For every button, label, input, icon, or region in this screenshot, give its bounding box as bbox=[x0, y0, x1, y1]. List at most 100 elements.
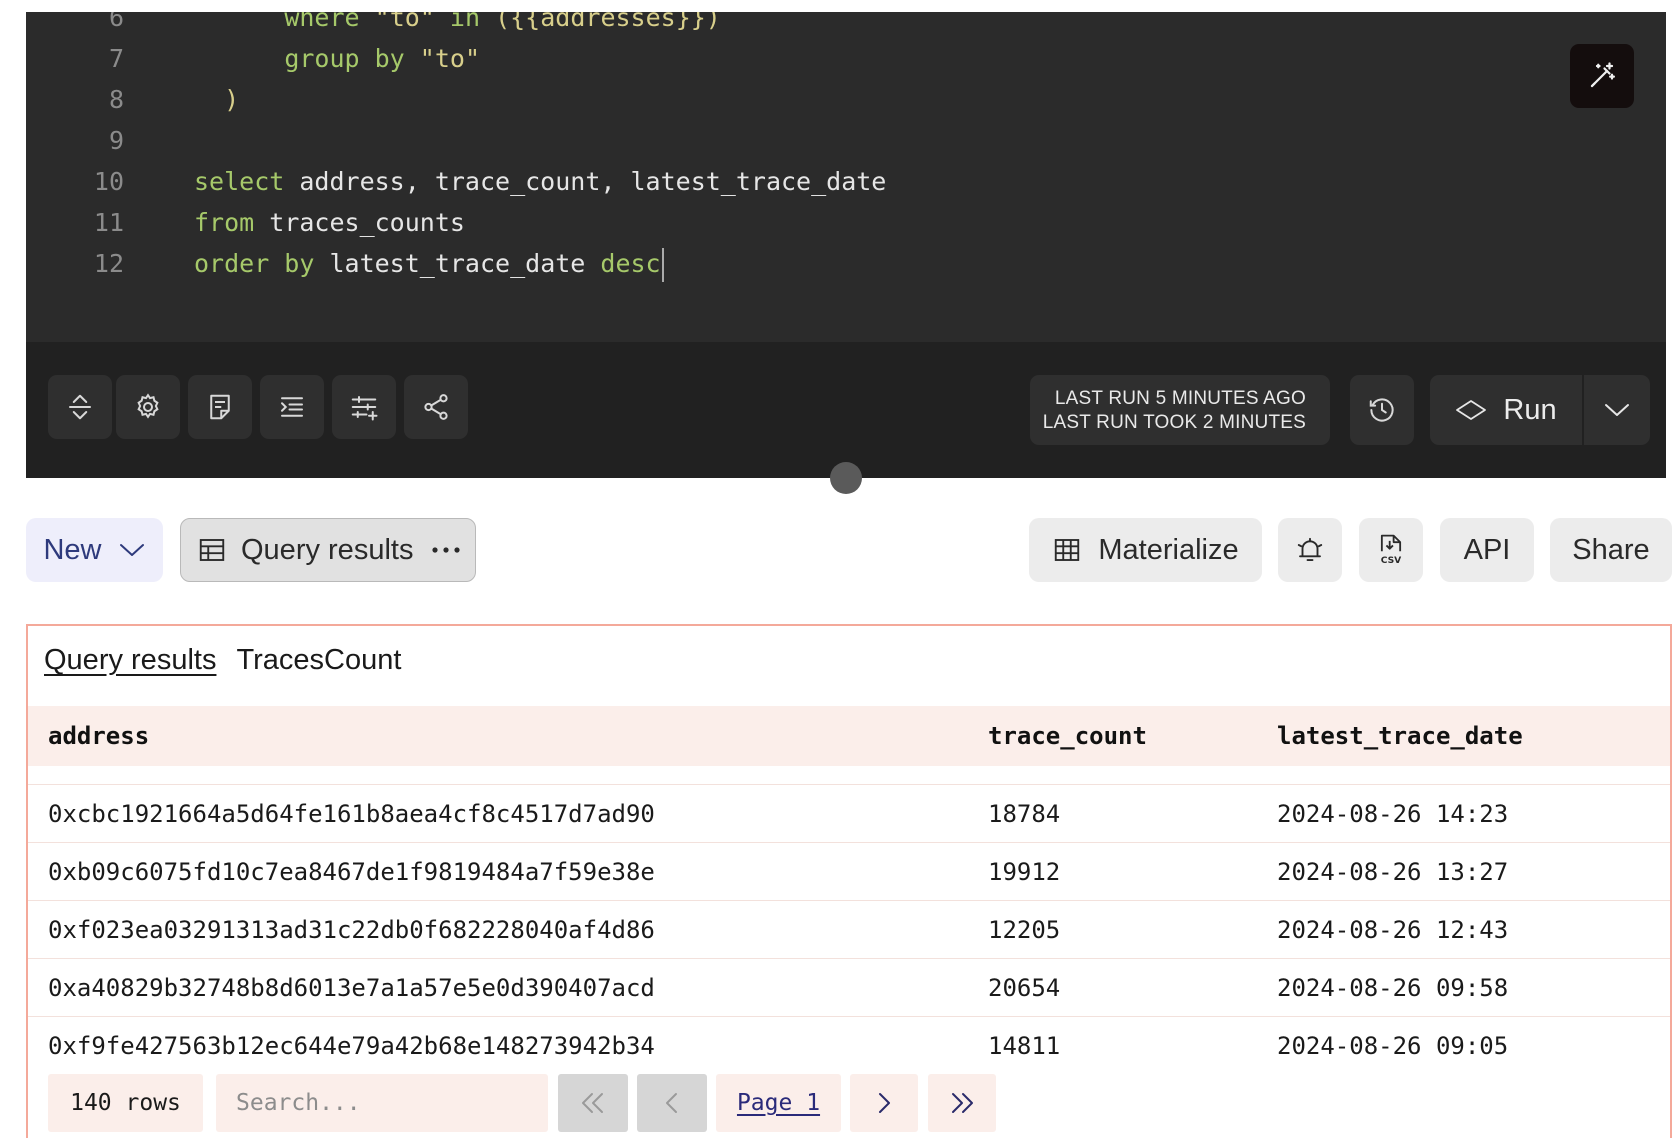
sql-token: latest_trace_date bbox=[314, 249, 601, 278]
query-results-tab-label: Query results bbox=[241, 533, 414, 566]
line-number: 11 bbox=[93, 208, 124, 237]
new-label: New bbox=[43, 533, 102, 566]
tab-query-results[interactable]: Query results bbox=[44, 644, 216, 677]
magic-wand-icon bbox=[1590, 62, 1615, 88]
run-options-dropdown[interactable] bbox=[1584, 375, 1650, 445]
share-query-button[interactable] bbox=[404, 375, 468, 439]
cell-address: 0xf9fe427563b12ec644e79a42b68e148273942b… bbox=[48, 1032, 655, 1060]
format-query-button[interactable] bbox=[260, 375, 324, 439]
line-number: 12 bbox=[93, 249, 124, 278]
run-diamond-icon bbox=[1456, 400, 1487, 420]
table-icon bbox=[199, 539, 225, 561]
cell-address: 0xa40829b32748b8d6013e7a1a57e5e0d390407a… bbox=[48, 974, 655, 1002]
double-chevron-left-icon bbox=[582, 1093, 603, 1113]
csv-download-icon: CSV bbox=[1381, 534, 1402, 566]
sql-token: address, trace_count, latest_trace_date bbox=[284, 167, 887, 196]
download-csv-button[interactable]: CSV bbox=[1359, 518, 1423, 582]
sql-string: "to" bbox=[419, 44, 481, 73]
row-count: 140 rows bbox=[48, 1074, 203, 1132]
table-body[interactable]: 0xcbc1921664a5d64fe161b8aea4cf8c4517d7ad… bbox=[28, 766, 1670, 1070]
clock-history-icon bbox=[1369, 398, 1394, 422]
tab-traces-count[interactable]: TracesCount bbox=[236, 644, 401, 677]
current-page[interactable]: Page 1 bbox=[716, 1074, 841, 1132]
table-row[interactable]: 0xf023ea03291313ad31c22db0f682228040af4d… bbox=[28, 900, 1670, 958]
svg-text:CSV: CSV bbox=[1381, 556, 1402, 566]
search-input[interactable] bbox=[216, 1074, 548, 1132]
cell-latest-trace-date: 2024-08-26 09:05 bbox=[1277, 1032, 1509, 1060]
next-page-button[interactable] bbox=[850, 1074, 918, 1132]
line-code[interactable]: select address, trace_count, latest_trac… bbox=[194, 160, 886, 204]
sql-keyword: group by bbox=[284, 44, 405, 73]
line-code[interactable]: ) bbox=[194, 78, 239, 122]
column-header-address[interactable]: address bbox=[48, 706, 149, 766]
editor-resize-handle[interactable] bbox=[830, 462, 862, 494]
materialize-button[interactable]: Materialize bbox=[1029, 518, 1262, 582]
line-number: 6 bbox=[108, 12, 124, 32]
table-row[interactable]: 0xcbc1921664a5d64fe161b8aea4cf8c4517d7ad… bbox=[28, 784, 1670, 842]
chevron-down-icon bbox=[119, 544, 144, 556]
more-options-icon[interactable] bbox=[431, 545, 461, 555]
cell-latest-trace-date: 2024-08-26 13:27 bbox=[1277, 858, 1509, 886]
share-button[interactable]: Share bbox=[1550, 518, 1672, 582]
cell-address: 0xb09c6075fd10c7ea8467de1f9819484a7f59e3… bbox=[48, 858, 655, 886]
schedule-button[interactable] bbox=[1350, 375, 1414, 445]
share-label: Share bbox=[1572, 533, 1650, 566]
text-cursor bbox=[661, 248, 664, 282]
settings-button[interactable] bbox=[116, 375, 180, 439]
sql-string: "to" bbox=[374, 12, 435, 32]
sql-string: ) bbox=[194, 85, 240, 114]
query-results-tab[interactable]: Query results bbox=[180, 518, 476, 582]
cell-trace-count: 12205 bbox=[988, 916, 1061, 944]
cell-trace-count: 20654 bbox=[988, 974, 1061, 1002]
double-chevron-right-icon bbox=[952, 1093, 973, 1113]
alert-button[interactable] bbox=[1278, 518, 1342, 582]
sql-keyword: select bbox=[194, 167, 285, 196]
ai-magic-wand-button[interactable] bbox=[1570, 44, 1634, 108]
expand-editor-button[interactable] bbox=[48, 375, 112, 439]
gear-icon bbox=[137, 393, 159, 419]
table-row[interactable]: 0xf9fe427563b12ec644e79a42b68e148273942b… bbox=[28, 1016, 1670, 1070]
sliders-add-icon bbox=[351, 396, 378, 421]
snippets-button[interactable] bbox=[188, 375, 252, 439]
bell-alert-icon bbox=[1297, 537, 1323, 561]
sql-keyword: order by bbox=[194, 249, 315, 278]
cell-address: 0xcbc1921664a5d64fe161b8aea4cf8c4517d7ad… bbox=[48, 800, 655, 828]
column-header-trace-count[interactable]: trace_count bbox=[988, 706, 1147, 766]
cell-trace-count: 18784 bbox=[988, 800, 1061, 828]
new-visualization-button[interactable]: New bbox=[26, 518, 163, 582]
cell-latest-trace-date: 2024-08-26 12:43 bbox=[1277, 916, 1509, 944]
run-button[interactable]: Run bbox=[1430, 375, 1582, 445]
line-number: 7 bbox=[108, 44, 124, 73]
sql-keyword: in bbox=[449, 12, 481, 32]
line-code[interactable]: order by latest_trace_date desc bbox=[194, 242, 664, 286]
last-run-status: LAST RUN 5 MINUTES AGO LAST RUN TOOK 2 M… bbox=[1030, 375, 1330, 445]
api-button[interactable]: API bbox=[1440, 518, 1534, 582]
editor-toolbar: LAST RUN 5 MINUTES AGO LAST RUN TOOK 2 M… bbox=[26, 342, 1666, 478]
line-number: 9 bbox=[108, 126, 124, 155]
line-code[interactable]: group by "to" bbox=[194, 37, 480, 81]
parameters-button[interactable] bbox=[332, 375, 396, 439]
results-panel: Query results TracesCount address trace_… bbox=[26, 624, 1672, 1138]
last-run-duration: LAST RUN TOOK 2 MINUTES bbox=[1042, 412, 1306, 433]
table-grid-icon bbox=[1055, 539, 1080, 561]
last-page-button[interactable] bbox=[928, 1074, 996, 1132]
table-row[interactable]: 0xb09c6075fd10c7ea8467de1f9819484a7f59e3… bbox=[28, 842, 1670, 900]
column-header-latest-trace-date[interactable]: latest_trace_date bbox=[1277, 706, 1523, 766]
table-footer: 140 rows Page 1 bbox=[28, 1074, 1670, 1134]
first-page-button[interactable] bbox=[558, 1074, 628, 1132]
previous-page-button[interactable] bbox=[637, 1074, 707, 1132]
chevron-right-icon bbox=[879, 1093, 890, 1113]
table-header: address trace_count latest_trace_date bbox=[28, 706, 1670, 766]
line-code[interactable]: from traces_counts bbox=[194, 201, 465, 245]
cell-trace-count: 19912 bbox=[988, 858, 1061, 886]
line-number: 8 bbox=[108, 85, 124, 114]
sql-editor[interactable]: 6 where "to" in ({{addresses}}) 7 group b… bbox=[26, 12, 1666, 342]
expand-vertical-icon bbox=[69, 394, 91, 420]
cell-latest-trace-date: 2024-08-26 14:23 bbox=[1277, 800, 1509, 828]
table-row[interactable]: 0xa40829b32748b8d6013e7a1a57e5e0d390407a… bbox=[28, 958, 1670, 1016]
line-code[interactable]: where "to" in ({{addresses}}) bbox=[194, 12, 721, 40]
